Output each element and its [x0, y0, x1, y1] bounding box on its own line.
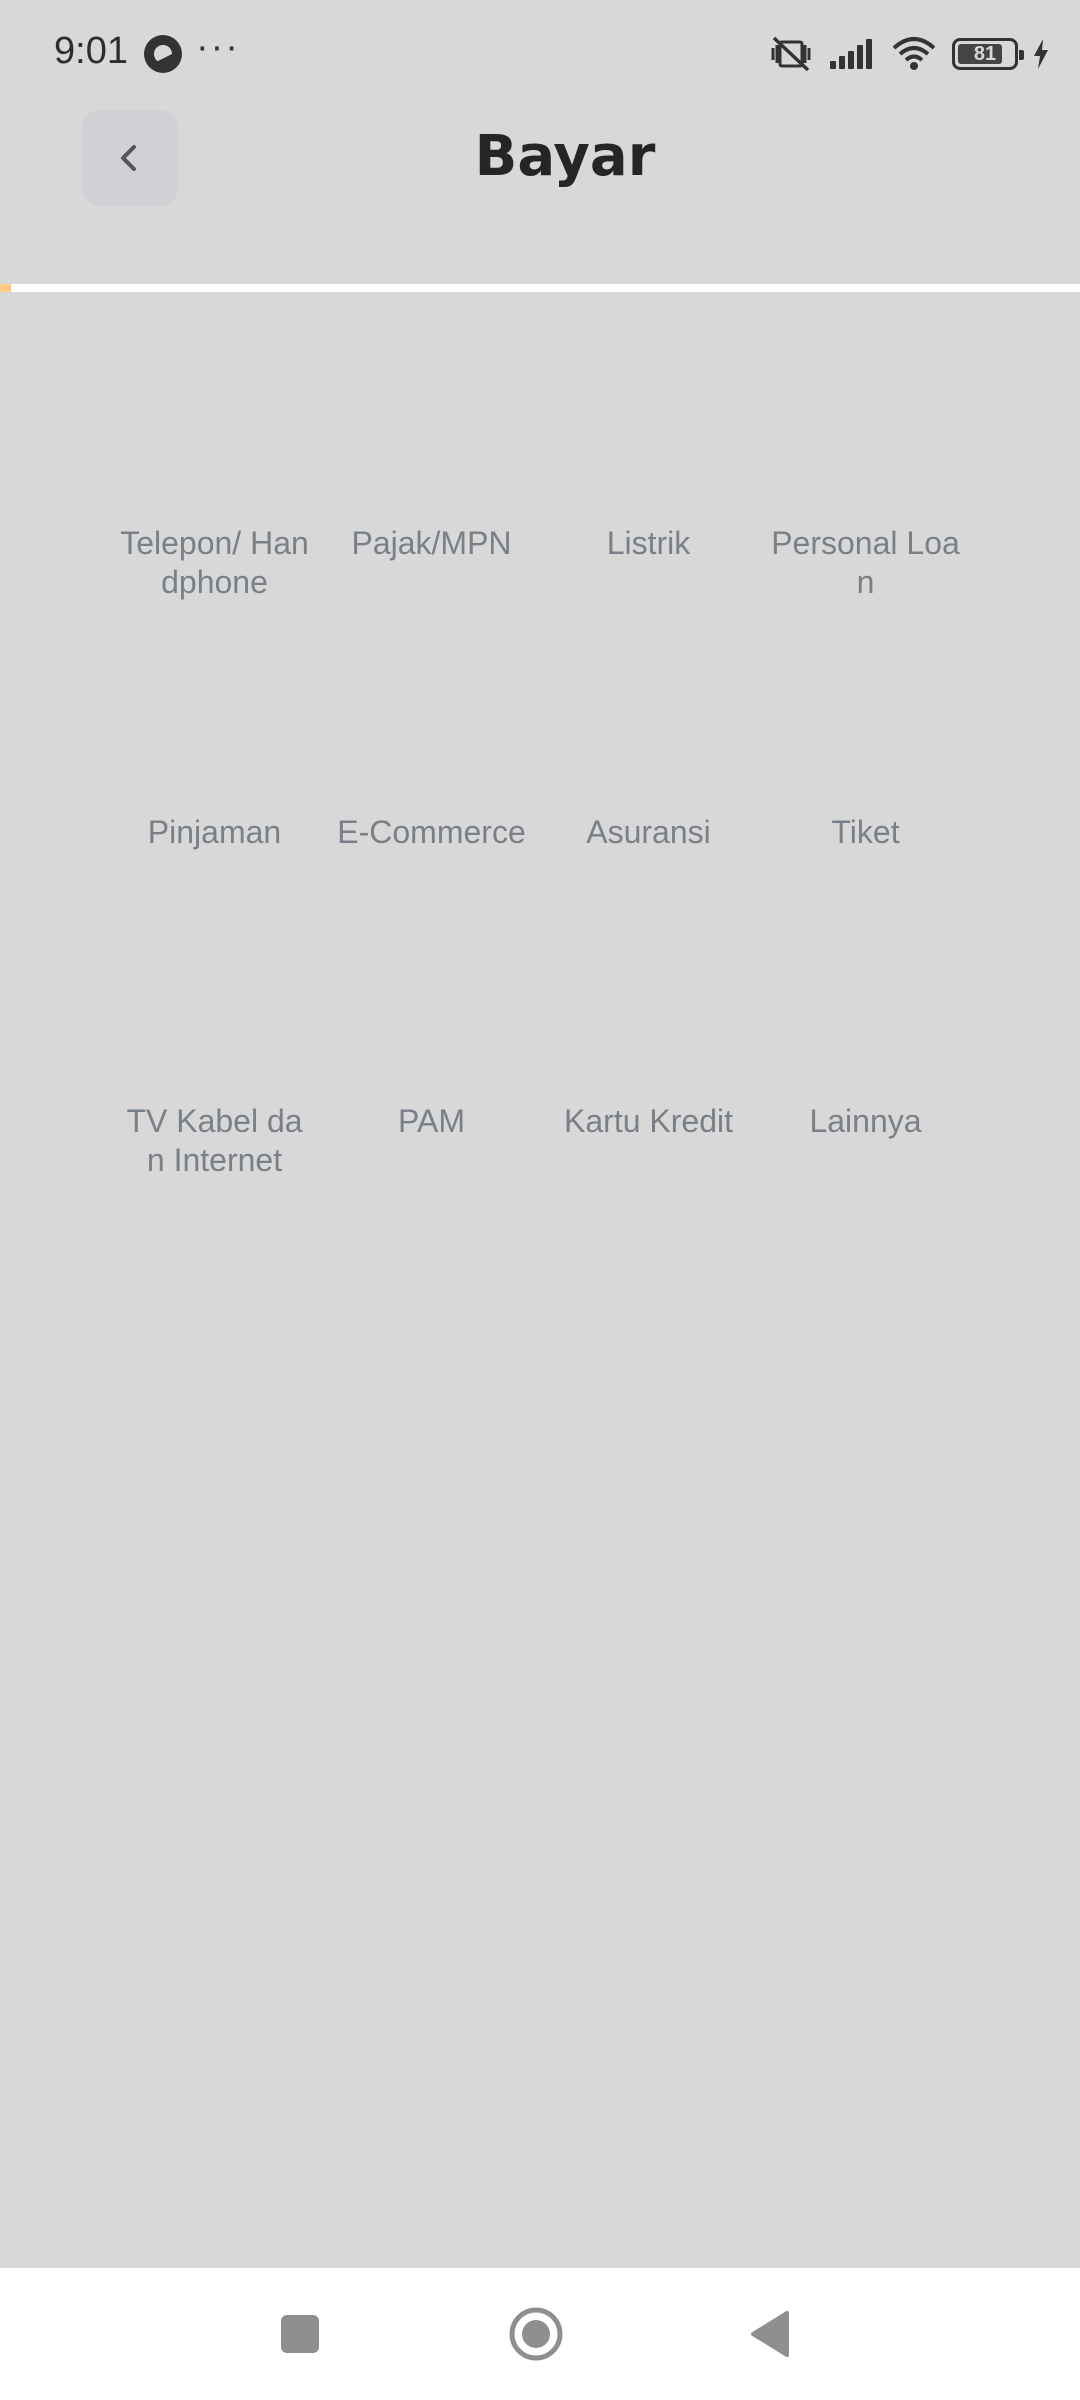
app-notification-icon	[144, 35, 182, 73]
circle-icon	[509, 2307, 563, 2361]
tiket-icon	[806, 669, 926, 739]
tv-kabel-icon	[155, 958, 275, 1028]
category-label: Lainnya	[809, 1103, 922, 1139]
status-icons: 81	[768, 32, 1050, 76]
battery-icon: 81	[952, 38, 1024, 70]
category-lainnya[interactable]: Lainnya	[757, 958, 974, 1247]
category-personal-loan[interactable]: Personal Loan	[757, 380, 974, 669]
battery-level: 81	[973, 42, 997, 65]
category-e-commerce[interactable]: E-Commerce	[323, 669, 540, 958]
category-pinjaman[interactable]: Pinjaman	[106, 669, 323, 958]
payment-category-grid: Telepon/ Handphone Pajak/MPN Listrik Per…	[106, 380, 974, 1247]
category-asuransi[interactable]: Asuransi	[540, 669, 757, 958]
status-time: 9:01	[54, 30, 128, 72]
charging-icon	[1032, 38, 1050, 70]
home-button[interactable]	[466, 2268, 606, 2400]
page-title: Bayar	[474, 124, 656, 189]
telepon-icon	[155, 380, 275, 450]
category-label: Pajak/MPN	[351, 525, 512, 561]
pam-icon	[372, 958, 492, 1028]
category-kartu-kredit[interactable]: Kartu Kredit	[540, 958, 757, 1247]
status-bar: 9:01 ··· 81	[0, 0, 1080, 110]
category-label: Kartu Kredit	[564, 1103, 733, 1139]
personal-loan-icon	[806, 380, 926, 450]
category-tv-kabel-internet[interactable]: TV Kabel dan Internet	[106, 958, 323, 1247]
category-label: Personal Loan	[771, 525, 960, 600]
pinjaman-icon	[155, 669, 275, 739]
system-back-button[interactable]	[700, 2268, 840, 2400]
category-label: Tiket	[831, 814, 900, 850]
triangle-back-icon	[751, 2311, 789, 2357]
vibrate-mute-icon	[768, 34, 814, 74]
square-icon	[281, 2315, 319, 2353]
category-label: Listrik	[606, 525, 691, 561]
pajak-icon	[372, 380, 492, 450]
category-label: Pinjaman	[147, 814, 282, 850]
kartu-kredit-icon	[589, 958, 709, 1028]
listrik-icon	[589, 380, 709, 450]
category-label: Telepon/ Handphone	[120, 525, 309, 600]
e-commerce-icon	[372, 669, 492, 739]
recent-apps-button[interactable]	[230, 2268, 370, 2400]
more-notifications-icon: ···	[196, 26, 240, 68]
wifi-icon	[890, 36, 938, 72]
category-pam[interactable]: PAM	[323, 958, 540, 1247]
category-tiket[interactable]: Tiket	[757, 669, 974, 958]
category-pajak-mpn[interactable]: Pajak/MPN	[323, 380, 540, 669]
category-label: PAM	[398, 1103, 465, 1139]
category-listrik[interactable]: Listrik	[540, 380, 757, 669]
system-navigation-bar	[0, 2268, 1080, 2400]
category-label: TV Kabel dan Internet	[126, 1103, 303, 1178]
asuransi-icon	[589, 669, 709, 739]
loading-progress-bar	[0, 284, 1080, 292]
category-label: E-Commerce	[337, 814, 526, 850]
loading-progress-fill	[0, 284, 11, 292]
category-telepon-handphone[interactable]: Telepon/ Handphone	[106, 380, 323, 669]
lainnya-icon	[806, 958, 926, 1028]
category-label: Asuransi	[586, 814, 711, 850]
signal-icon	[828, 37, 876, 71]
